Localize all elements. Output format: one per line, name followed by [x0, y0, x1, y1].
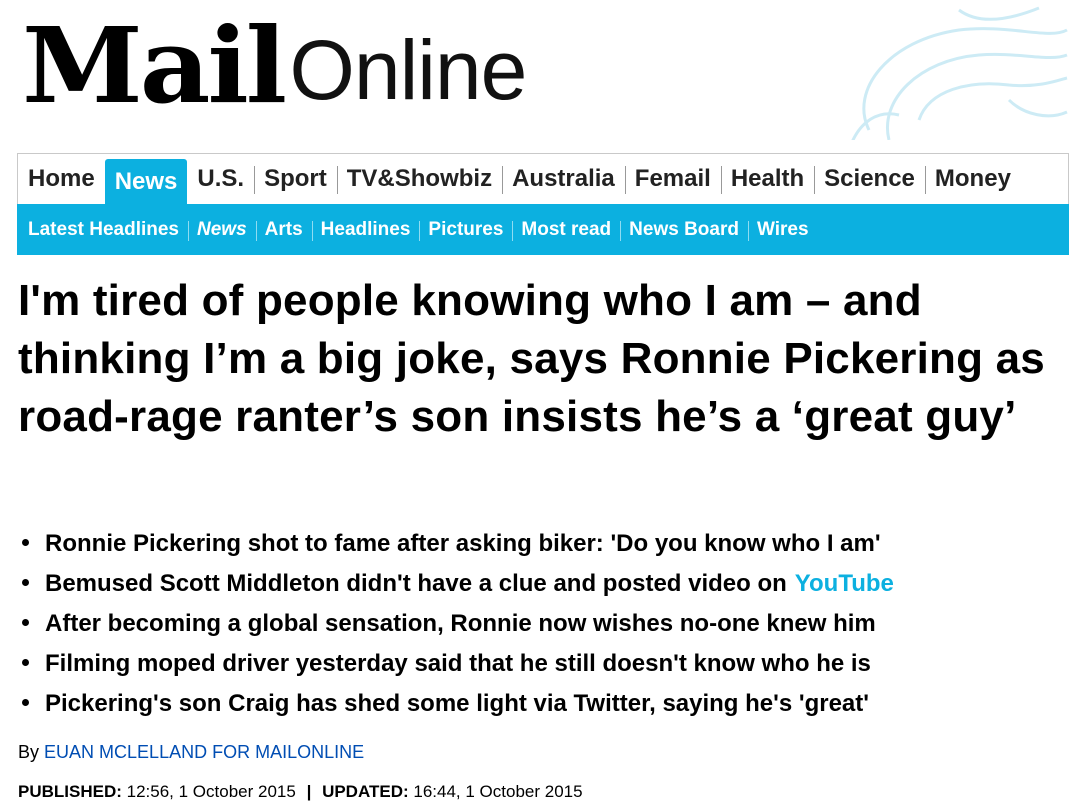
subnav-news-board[interactable]: News Board [620, 219, 748, 241]
bullet-dot [22, 659, 29, 666]
updated-label: UPDATED: [322, 782, 409, 801]
nav-tv-showbiz[interactable]: TV&Showbiz [336, 154, 502, 204]
masthead-decoration-graphic [851, 6, 1068, 140]
byline-prefix: By [18, 742, 40, 762]
nav-health[interactable]: Health [720, 154, 814, 204]
subnav-pictures[interactable]: Pictures [419, 219, 512, 241]
logo-online-wordmark: Online [289, 23, 528, 117]
site-logo[interactable]: Mail Online [22, 4, 528, 127]
youtube-link[interactable]: YouTube [795, 564, 894, 604]
updated-date: 16:44, 1 October 2015 [413, 782, 583, 801]
byline: By EUAN MCLELLAND FOR MAILONLINE [18, 742, 364, 763]
article-dates: PUBLISHED: 12:56, 1 October 2015 | UPDAT… [18, 782, 583, 802]
summary-bullet: Pickering's son Craig has shed some ligh… [22, 684, 1062, 724]
bullet-dot [22, 699, 29, 706]
published-label: PUBLISHED: [18, 782, 122, 801]
nav-sport[interactable]: Sport [254, 154, 337, 204]
subnav-news[interactable]: News [188, 219, 256, 241]
summary-bullet-text: Ronnie Pickering shot to fame after aski… [45, 530, 881, 557]
masthead: Mail Online [0, 0, 1069, 140]
logo-mail-wordmark: Mail [22, 4, 287, 127]
bullet-dot [22, 619, 29, 626]
nav-science[interactable]: Science [814, 154, 925, 204]
subnav-most-read[interactable]: Most read [512, 219, 620, 241]
nav-home[interactable]: Home [18, 154, 105, 204]
author-link[interactable]: EUAN MCLELLAND FOR MAILONLINE [44, 742, 364, 762]
article-headline: I'm tired of people knowing who I am – a… [18, 276, 1045, 441]
nav-us[interactable]: U.S. [187, 154, 254, 204]
subnav-wires[interactable]: Wires [747, 219, 818, 241]
summary-bullet: After becoming a global sensation, Ronni… [22, 604, 1062, 644]
bullet-dot [22, 539, 29, 546]
nav-money[interactable]: Money [924, 154, 1021, 204]
date-separator: | [306, 782, 312, 801]
nav-australia[interactable]: Australia [502, 154, 625, 204]
summary-bullet-text: Pickering's son Craig has shed some ligh… [45, 690, 869, 717]
article-summary-list: Ronnie Pickering shot to fame after aski… [22, 524, 1062, 724]
summary-bullet-text: Bemused Scott Middleton didn't have a cl… [45, 570, 787, 597]
bullet-dot [22, 579, 29, 586]
nav-news[interactable]: News [104, 159, 188, 204]
summary-bullet-text: After becoming a global sensation, Ronni… [45, 610, 876, 637]
primary-nav: Home News U.S. Sport TV&Showbiz Australi… [17, 153, 1069, 204]
subnav-latest-headlines[interactable]: Latest Headlines [19, 219, 188, 241]
subnav-arts[interactable]: Arts [255, 219, 312, 241]
summary-bullet: Ronnie Pickering shot to fame after aski… [22, 524, 1062, 564]
summary-bullet: Filming moped driver yesterday said that… [22, 644, 1062, 684]
nav-femail[interactable]: Femail [624, 154, 721, 204]
summary-bullet-text: Filming moped driver yesterday said that… [45, 650, 871, 677]
summary-bullet: Bemused Scott Middleton didn't have a cl… [22, 564, 1062, 604]
secondary-nav: Latest Headlines News Arts Headlines Pic… [17, 204, 1069, 255]
subnav-headlines[interactable]: Headlines [311, 219, 420, 241]
published-date: 12:56, 1 October 2015 [126, 782, 296, 801]
